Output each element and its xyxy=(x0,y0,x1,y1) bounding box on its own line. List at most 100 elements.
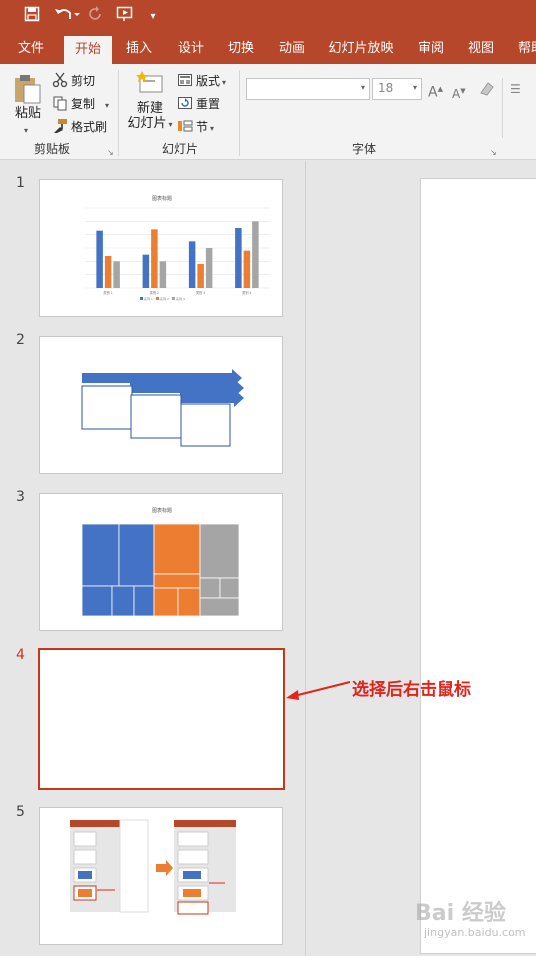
tab-help[interactable]: 帮助 xyxy=(510,34,536,64)
legend-swatch xyxy=(140,297,143,300)
tab-insert[interactable]: 插入 xyxy=(118,34,160,64)
slide-edit-area[interactable] xyxy=(307,161,536,956)
group-divider xyxy=(239,70,240,156)
group-divider xyxy=(118,70,119,156)
clipboard-group-label: 剪贴板 xyxy=(34,142,71,156)
slide-number: 3 xyxy=(16,489,25,505)
present-from-start-icon[interactable] xyxy=(114,6,138,28)
reset-button[interactable]: 重置 xyxy=(177,95,220,113)
tab-file[interactable]: 文件 xyxy=(8,34,54,64)
font-name-input[interactable]: ▾ xyxy=(246,78,370,100)
bar-chart-preview: 图表标题 类别 1 类别 2 类别 3 类别 4 系列 1 系列 2 系列 3 xyxy=(85,195,270,301)
slides-group-label: 幻灯片 xyxy=(162,142,199,156)
scissors-icon xyxy=(52,72,68,88)
reset-label: 重置 xyxy=(196,97,221,111)
chart-bars xyxy=(96,221,259,288)
tab-review[interactable]: 审阅 xyxy=(410,34,452,64)
dialog-launcher-icon[interactable]: ↘ xyxy=(107,148,114,157)
legend-label: 系列 3 xyxy=(176,296,185,301)
section-icon xyxy=(177,118,193,134)
treemap-preview: 图表标题 xyxy=(81,507,240,617)
chart-bar xyxy=(235,228,242,288)
slide-thumbnail-2[interactable] xyxy=(39,336,283,474)
copy-label: 复制 xyxy=(71,97,96,111)
bullets-icon[interactable]: ☰ xyxy=(510,80,521,98)
increase-font-size-icon[interactable]: A▲ xyxy=(428,80,443,102)
paste-dropdown-icon[interactable]: ▾ xyxy=(24,122,28,140)
slide-thumbnail-pane[interactable]: 1 图表标题 类别 1 类别 2 类别 3 类别 4 系列 1 系列 2 系列 3 2 3 xyxy=(0,161,306,956)
format-painter-label: 格式刷 xyxy=(71,120,108,134)
tab-animations[interactable]: 动画 xyxy=(271,34,313,64)
font-name-dropdown-icon[interactable]: ▾ xyxy=(361,83,365,92)
mini-screenshot-left xyxy=(70,819,149,913)
screenshot-preview xyxy=(70,819,236,915)
mini-screenshot-right xyxy=(174,820,236,915)
title-bar: ▾ xyxy=(0,0,536,34)
ribbon-home: 粘贴 ▾ 剪切 复制 ▾ 格式刷 剪贴板 ↘ 新建 幻灯片 ▾ 版式 ▾ 重置 节 ▾ xyxy=(0,64,536,191)
save-icon[interactable] xyxy=(20,6,44,28)
dialog-launcher-icon[interactable]: ↘ xyxy=(490,148,497,157)
font-group-label: 字体 xyxy=(352,142,377,156)
new-slide-icon xyxy=(136,71,163,93)
slide-thumbnail-3[interactable]: 图表标题 xyxy=(39,493,283,631)
section-button[interactable]: 节 ▾ xyxy=(177,118,214,138)
slide-canvas[interactable] xyxy=(420,178,536,954)
annotation-arrow xyxy=(286,681,351,700)
new-slide-label-line2: 幻灯片 ▾ xyxy=(124,116,176,133)
cut-label: 剪切 xyxy=(71,74,96,88)
redo-icon[interactable] xyxy=(86,6,106,28)
copy-dropdown-icon[interactable]: ▾ xyxy=(105,101,109,110)
chart-bar xyxy=(142,254,150,288)
undo-icon[interactable] xyxy=(50,6,84,28)
paste-icon xyxy=(15,75,41,104)
section-label: 节 xyxy=(196,120,209,134)
format-painter-button[interactable]: 格式刷 xyxy=(52,118,107,136)
chart-category-label: 类别 4 xyxy=(242,290,251,295)
font-size-input[interactable]: 18 ▾ xyxy=(372,78,422,100)
copy-icon xyxy=(52,95,68,111)
new-slide-dropdown-icon[interactable]: ▾ xyxy=(169,120,173,129)
chart-legend: 系列 1 系列 2 系列 3 xyxy=(140,296,185,301)
tab-home[interactable]: 开始 xyxy=(64,36,112,66)
reset-icon xyxy=(177,95,193,111)
clear-formatting-icon[interactable] xyxy=(478,80,496,103)
chart-title: 图表标题 xyxy=(152,507,172,514)
chart-category-labels: 类别 1 类别 2 类别 3 类别 4 xyxy=(103,290,251,295)
annotation-text: 选择后右击鼠标 xyxy=(352,680,471,700)
layout-button[interactable]: 版式 ▾ xyxy=(177,72,226,92)
section-dropdown-icon[interactable]: ▾ xyxy=(210,124,214,133)
chart-category-label: 类别 1 xyxy=(103,290,112,295)
chart-title: 图表标题 xyxy=(152,195,172,202)
chart-bar xyxy=(113,261,120,288)
slide-thumbnail-5[interactable] xyxy=(39,807,283,945)
ribbon-tabs: 文件 开始 插入 设计 切换 动画 幻灯片放映 审阅 视图 帮助 xyxy=(0,34,536,66)
legend-label: 系列 2 xyxy=(160,296,169,301)
tab-transitions[interactable]: 切换 xyxy=(220,34,262,64)
slide-thumbnail-4[interactable] xyxy=(38,648,285,790)
paste-button[interactable]: 粘贴 ▾ xyxy=(10,72,46,135)
chart-bar xyxy=(197,264,204,288)
font-size-dropdown-icon[interactable]: ▾ xyxy=(413,83,417,92)
slide-number-selected: 4 xyxy=(16,647,25,663)
customize-toolbar-icon[interactable]: ▾ xyxy=(146,6,160,28)
new-slide-label-line1: 新建 xyxy=(136,101,163,116)
copy-button[interactable]: 复制 ▾ xyxy=(52,95,109,115)
chart-bar xyxy=(243,250,251,288)
new-slide-button[interactable]: 新建 幻灯片 ▾ xyxy=(124,70,176,133)
paste-label: 粘贴 xyxy=(15,106,42,121)
chart-gridlines xyxy=(85,207,270,289)
new-slide-label: 幻灯片 xyxy=(127,116,167,131)
chart-bar xyxy=(159,261,167,288)
tab-view[interactable]: 视图 xyxy=(460,34,502,64)
chart-bar xyxy=(205,248,213,288)
decrease-font-size-icon[interactable]: A▼ xyxy=(452,82,466,103)
slide-number: 2 xyxy=(16,332,25,348)
tab-slideshow[interactable]: 幻灯片放映 xyxy=(322,34,400,64)
tab-design[interactable]: 设计 xyxy=(170,34,212,64)
layout-dropdown-icon[interactable]: ▾ xyxy=(222,78,226,87)
legend-label: 系列 1 xyxy=(144,296,153,301)
watermark: Bai 经验 xyxy=(415,901,506,926)
cut-button[interactable]: 剪切 xyxy=(52,72,95,90)
slide-thumbnail-1[interactable]: 图表标题 类别 1 类别 2 类别 3 类别 4 系列 1 系列 2 系列 3 xyxy=(39,179,283,317)
arrow-icon xyxy=(156,860,173,876)
